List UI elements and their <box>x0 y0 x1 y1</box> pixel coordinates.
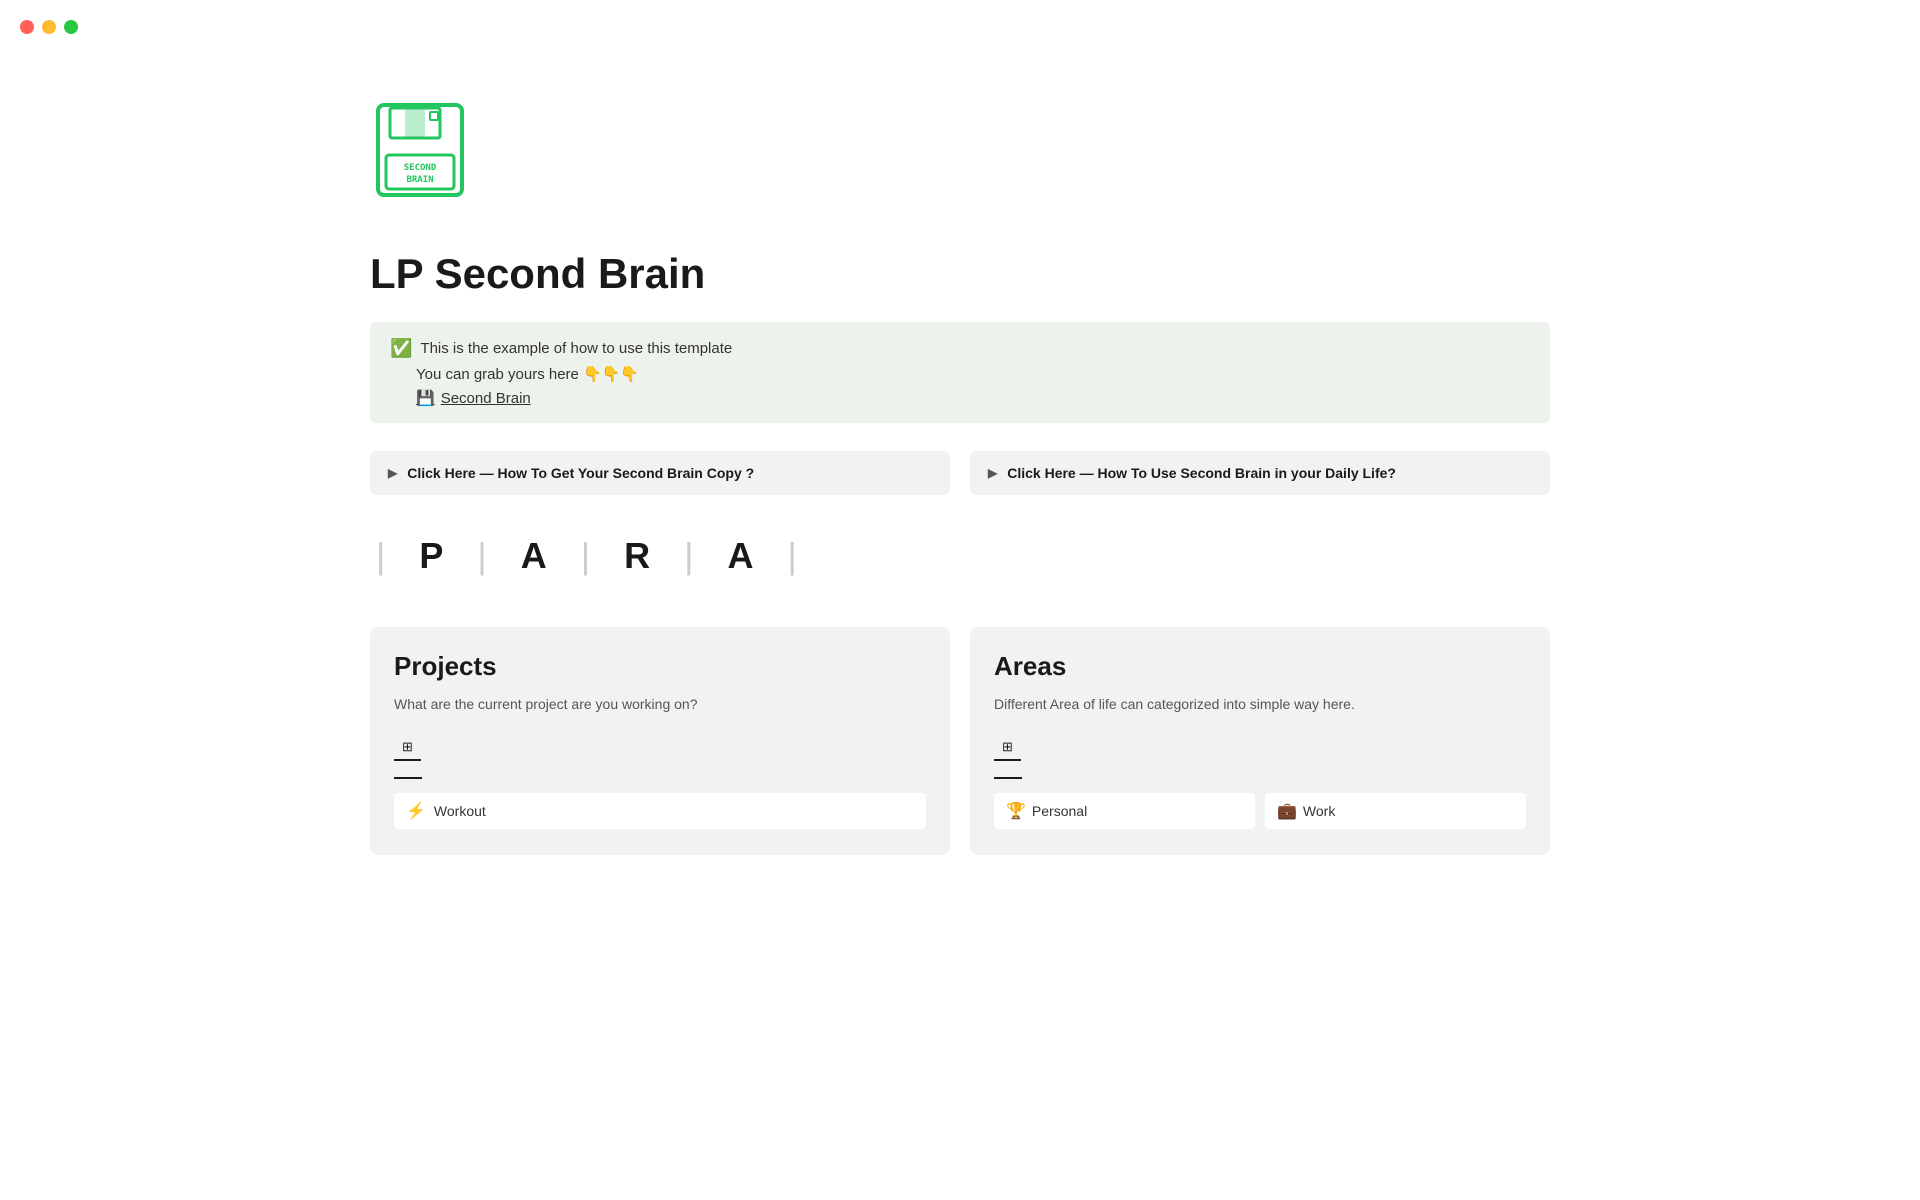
toggle-get-copy[interactable]: ▶ Click Here — How To Get Your Second Br… <box>370 451 950 495</box>
minimize-button[interactable] <box>42 20 56 34</box>
projects-description: What are the current project are you wor… <box>394 694 926 715</box>
page-title: LP Second Brain <box>370 250 1550 298</box>
list-item[interactable]: ⚡ Workout <box>394 793 926 829</box>
areas-view-tabs: ⊞ <box>994 735 1526 761</box>
callout-line-2: You can grab yours here 👇👇👇 <box>390 365 1530 383</box>
sections-row: Projects What are the current project ar… <box>370 627 1550 855</box>
toggle-arrow-2: ▶ <box>988 466 997 480</box>
work-area-card[interactable]: 💼 Work <box>1265 793 1526 829</box>
projects-view-tabs: ⊞ <box>394 735 926 761</box>
para-heading: | P | A | R | A | <box>370 535 1550 577</box>
svg-text:BRAIN: BRAIN <box>406 175 433 185</box>
toggle-daily-life[interactable]: ▶ Click Here — How To Use Second Brain i… <box>970 451 1550 495</box>
areas-title: Areas <box>994 651 1526 682</box>
personal-icon: 🏆 <box>1006 801 1026 821</box>
workout-icon: ⚡ <box>406 801 426 821</box>
callout-line-1: ✅ This is the example of how to use this… <box>390 338 1530 359</box>
close-button[interactable] <box>20 20 34 34</box>
areas-cards-row: 🏆 Personal 💼 Work <box>994 793 1526 829</box>
toggles-row: ▶ Click Here — How To Get Your Second Br… <box>370 451 1550 495</box>
traffic-lights <box>20 20 78 34</box>
areas-underline <box>994 777 1022 779</box>
projects-underline <box>394 777 422 779</box>
callout-box: ✅ This is the example of how to use this… <box>370 322 1550 423</box>
projects-section: Projects What are the current project ar… <box>370 627 950 855</box>
gallery-icon: ⊞ <box>402 739 413 754</box>
checkbox-icon: ✅ <box>390 338 412 359</box>
second-brain-link[interactable]: 💾 Second Brain <box>416 389 531 407</box>
page-icon: SECOND BRAIN <box>370 100 490 220</box>
projects-gallery-tab[interactable]: ⊞ <box>394 735 421 761</box>
areas-gallery-tab[interactable]: ⊞ <box>994 735 1021 761</box>
areas-description: Different Area of life can categorized i… <box>994 694 1526 715</box>
toggle-arrow-1: ▶ <box>388 466 397 480</box>
areas-section: Areas Different Area of life can categor… <box>970 627 1550 855</box>
maximize-button[interactable] <box>64 20 78 34</box>
areas-gallery-icon: ⊞ <box>1002 739 1013 754</box>
work-icon: 💼 <box>1277 801 1297 821</box>
projects-title: Projects <box>394 651 926 682</box>
second-brain-link-icon: 💾 <box>416 389 435 407</box>
personal-area-card[interactable]: 🏆 Personal <box>994 793 1255 829</box>
svg-text:SECOND: SECOND <box>404 163 437 173</box>
main-content: SECOND BRAIN LP Second Brain ✅ This is t… <box>310 0 1610 915</box>
callout-link-line: 💾 Second Brain <box>416 389 1530 407</box>
